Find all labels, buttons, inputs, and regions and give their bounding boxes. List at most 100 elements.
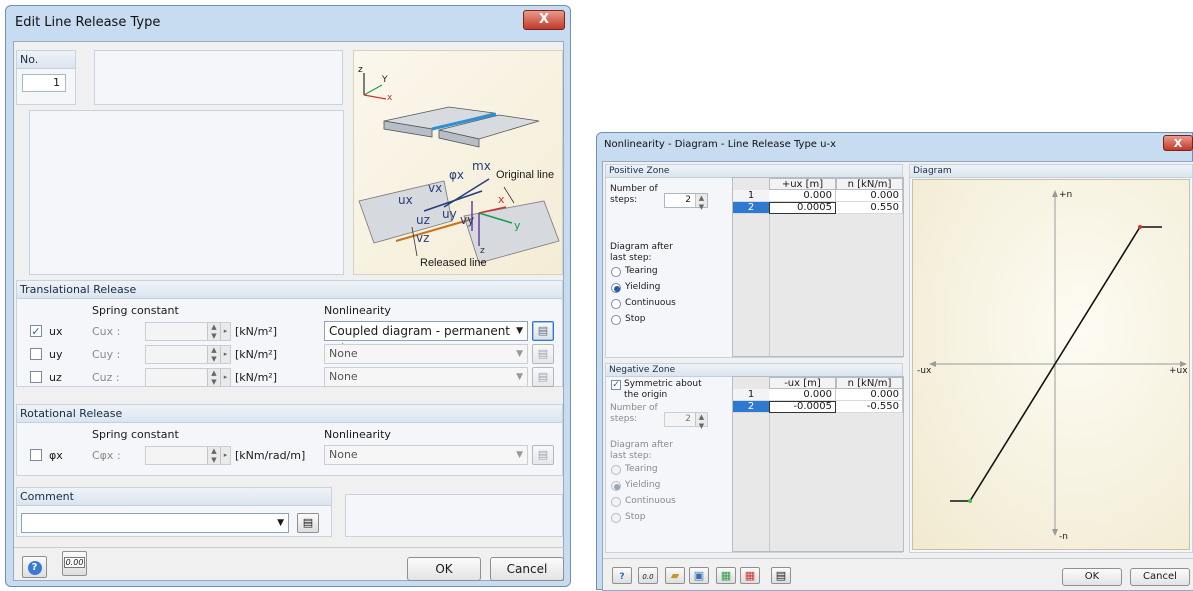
- arrow-right-icon[interactable]: ▸: [220, 346, 230, 363]
- release-checkbox-0[interactable]: [30, 449, 42, 461]
- spring-constant-label: Cux :: [92, 325, 121, 338]
- radio-tearing[interactable]: [611, 267, 621, 277]
- arrow-right-icon[interactable]: ▸: [220, 447, 230, 464]
- table-cell-n[interactable]: 0.000: [836, 389, 903, 401]
- spin-arrows-icon[interactable]: ▲ ▼: [207, 323, 220, 340]
- radio-tearing[interactable]: [611, 465, 621, 475]
- v-y-label: vy: [460, 213, 475, 227]
- symmetric-checkbox[interactable]: ✓: [611, 380, 621, 390]
- edit-diagram-icon: ▤: [537, 347, 549, 360]
- comment-group: Comment ▼ ▤: [16, 487, 332, 537]
- edit-nonlinearity-button[interactable]: ▤: [532, 445, 554, 465]
- chevron-down-icon: ▼: [516, 349, 523, 359]
- help-button[interactable]: ?: [22, 556, 47, 578]
- radio-label: Continuous: [625, 496, 676, 506]
- radio-continuous[interactable]: [611, 497, 621, 507]
- pos-steps-label: Number of steps:: [610, 184, 658, 205]
- z-label: z: [480, 246, 485, 256]
- spring-constant-field[interactable]: ▲ ▼ ▸: [145, 345, 231, 364]
- release-checkbox-0[interactable]: ✓: [30, 325, 42, 337]
- close-button[interactable]: X: [523, 10, 565, 30]
- release-illustration: z Y x φx mx vx ux uz uy vy vz x y z Orig…: [353, 50, 563, 275]
- spring-constant-header: Spring constant: [92, 304, 179, 317]
- arrow-right-icon[interactable]: ▸: [220, 369, 230, 386]
- unit-label: [kN/m²]: [235, 325, 278, 338]
- number-field[interactable]: 1: [22, 74, 66, 92]
- comment-library-button[interactable]: ▤: [297, 513, 319, 533]
- spin-arrows-icon[interactable]: ▲ ▼: [207, 346, 220, 363]
- table-view-button[interactable]: ▤: [771, 567, 791, 584]
- spin-arrows-icon[interactable]: ▲ ▼: [695, 194, 707, 211]
- spring-constant-field[interactable]: ▲ ▼ ▸: [145, 368, 231, 387]
- radio-label: Stop: [625, 314, 646, 324]
- dialog-title: Edit Line Release Type: [15, 15, 161, 30]
- nonlinearity-select[interactable]: None ▼: [324, 367, 528, 387]
- arrow-right-icon[interactable]: ▸: [220, 323, 230, 340]
- spin-arrows-icon[interactable]: ▲ ▼: [207, 447, 220, 464]
- comment-field[interactable]: ▼: [21, 513, 289, 533]
- edit-nonlinearity-button[interactable]: ▤: [532, 367, 554, 387]
- table-cell-u[interactable]: -0.0005: [769, 401, 836, 413]
- radio-continuous[interactable]: [611, 299, 621, 309]
- pos-col-n-header: n [kN/m]: [836, 178, 903, 190]
- chevron-down-icon: ▼: [277, 518, 284, 528]
- table-cell-u[interactable]: 0.000: [769, 389, 836, 401]
- nonlinearity-select[interactable]: Coupled diagram - permanent releas▼: [324, 321, 528, 356]
- negative-table: -ux [m] n [kN/m] 1 0.000 0.000 2 -0.0005 -0.5…: [732, 376, 904, 552]
- v-x-label: vx: [428, 181, 443, 195]
- units-button[interactable]: 0.00: [62, 551, 87, 576]
- export-icon: ▦: [720, 569, 732, 582]
- dialog2-close-button[interactable]: X: [1163, 135, 1193, 151]
- table-cell-u[interactable]: 0.000: [769, 190, 836, 202]
- nonlinearity-diagram-dialog: Nonlinearity - Diagram - Line Release Ty…: [596, 132, 1193, 591]
- ok-button[interactable]: OK: [407, 557, 481, 581]
- comment-preview-panel: [345, 494, 563, 537]
- spin-arrows-icon[interactable]: ▲ ▼: [695, 413, 707, 430]
- spring-constant-field[interactable]: ▲ ▼ ▸: [145, 446, 231, 465]
- spring-constant-label: Cuz :: [92, 371, 120, 384]
- help-icon: ?: [27, 561, 42, 575]
- u-y-label: uy: [442, 207, 457, 221]
- open-file-button[interactable]: ▰: [665, 567, 685, 584]
- description-panel: [29, 110, 344, 275]
- positive-table: +ux [m] n [kN/m] 1 0.000 0.000 2 0.0005 0.550: [732, 177, 904, 357]
- spin-arrows-icon[interactable]: ▲ ▼: [207, 369, 220, 386]
- export-button[interactable]: ▦: [716, 567, 736, 584]
- pos-steps-field[interactable]: 2 ▲ ▼: [664, 193, 708, 211]
- neg-steps-field[interactable]: 2 ▲ ▼: [664, 412, 708, 430]
- save-file-button[interactable]: ▣: [689, 567, 709, 584]
- table-cell-n[interactable]: 0.550: [836, 202, 903, 214]
- edit-diagram-icon: ▤: [537, 370, 549, 383]
- radio-yielding[interactable]: [611, 283, 621, 293]
- radio-stop[interactable]: [611, 513, 621, 523]
- cancel-button[interactable]: Cancel: [490, 557, 564, 581]
- table-cell-n[interactable]: 0.000: [836, 190, 903, 202]
- u-x-label: ux: [398, 193, 413, 207]
- library-icon: ▤: [302, 516, 314, 529]
- edit-nonlinearity-button[interactable]: ▤: [532, 321, 554, 341]
- nonlinearity-select[interactable]: None ▼: [324, 445, 528, 465]
- x-label: x: [498, 193, 505, 206]
- dlg2-help-button[interactable]: ?: [612, 567, 632, 584]
- symmetric-label: Symmetric about the origin: [624, 379, 702, 400]
- nonlinearity-select[interactable]: None ▼: [324, 344, 528, 364]
- import-icon: ▦: [744, 569, 756, 582]
- radio-stop[interactable]: [611, 315, 621, 325]
- diagram-canvas: +n -n -ux +ux: [912, 179, 1190, 550]
- table-cell-u[interactable]: 0.0005: [769, 202, 836, 214]
- table-cell-n[interactable]: -0.550: [836, 401, 903, 413]
- n-axis-arrow-down: [1052, 529, 1058, 536]
- axis-y-label: Y: [382, 75, 388, 85]
- release-checkbox-2[interactable]: [30, 371, 42, 383]
- n-axis-arrow-up: [1052, 190, 1058, 197]
- radio-yielding[interactable]: [611, 481, 621, 491]
- dlg2-ok-button[interactable]: OK: [1062, 568, 1122, 586]
- neg-col-divider: [769, 413, 770, 551]
- spring-constant-field[interactable]: ▲ ▼ ▸: [145, 322, 231, 341]
- import-button[interactable]: ▦: [740, 567, 760, 584]
- dlg2-units-button[interactable]: 0.0: [638, 567, 658, 584]
- edit-diagram-icon: ▤: [537, 448, 549, 461]
- release-checkbox-1[interactable]: [30, 348, 42, 360]
- dlg2-cancel-button[interactable]: Cancel: [1130, 568, 1190, 586]
- edit-nonlinearity-button[interactable]: ▤: [532, 344, 554, 364]
